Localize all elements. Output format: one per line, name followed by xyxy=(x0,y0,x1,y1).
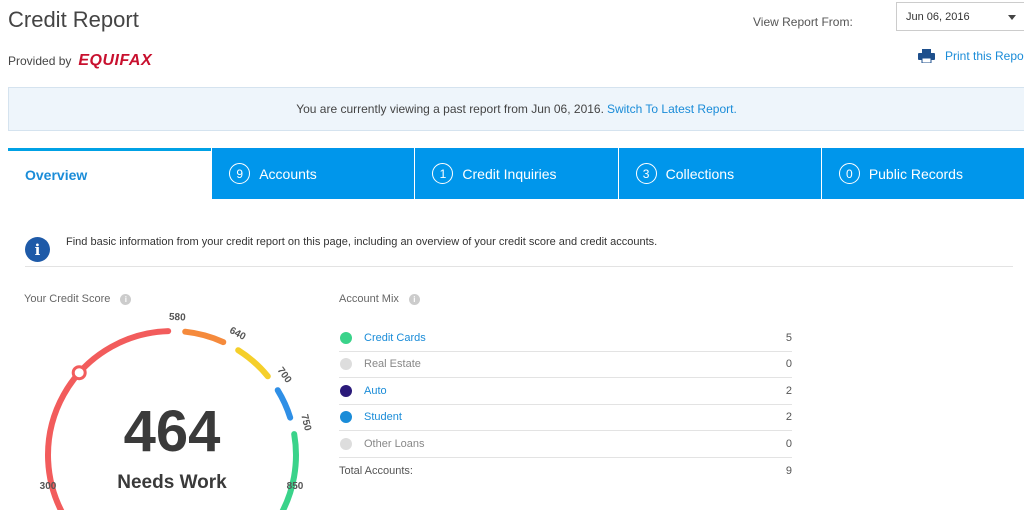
gauge-segment-fair xyxy=(182,328,227,346)
total-accounts-row: Total Accounts: 9 xyxy=(339,458,792,485)
legend-dot xyxy=(340,331,352,344)
report-tabs: Overview 9 Accounts 1 Credit Inquiries 3… xyxy=(8,148,1024,199)
report-date-select[interactable]: Jun 06, 2016 xyxy=(896,2,1024,31)
tick-label-700: 700 xyxy=(275,365,294,385)
gauge-segment-very-good xyxy=(274,387,294,421)
info-row: i Find basic information from your credi… xyxy=(25,224,1013,267)
tick-label-580: 580 xyxy=(169,312,187,324)
gauge-segment-excellent xyxy=(279,431,299,510)
account-count: 0 xyxy=(785,437,792,450)
score-marker xyxy=(71,365,87,381)
page-title: Credit Report xyxy=(8,7,139,32)
tab-credit-inquiries[interactable]: 1 Credit Inquiries xyxy=(414,148,618,199)
print-report-link[interactable]: Print this Report xyxy=(918,49,1024,63)
past-report-banner: You are currently viewing a past report … xyxy=(8,87,1024,131)
tick-label-750: 750 xyxy=(298,413,313,432)
list-item: Real Estate 0 xyxy=(339,352,792,378)
print-report-label: Print this Report xyxy=(945,49,1024,63)
account-count: 2 xyxy=(785,411,792,424)
credit-score-rating: Needs Work xyxy=(117,472,227,493)
tab-collections[interactable]: 3 Collections xyxy=(617,148,821,199)
account-mix-list: Credit Cards 5 Real Estate 0 Auto 2 Stud… xyxy=(339,325,792,484)
tab-public-records[interactable]: 0 Public Records xyxy=(820,148,1024,199)
account-count: 2 xyxy=(785,384,792,397)
account-type-other-loans: Other Loans xyxy=(364,437,425,450)
tab-accounts[interactable]: 9 Accounts xyxy=(211,148,415,199)
credit-score-heading: Your Credit Score i xyxy=(24,293,132,305)
account-count: 0 xyxy=(785,358,792,371)
tab-accounts-label: Accounts xyxy=(259,165,317,182)
tab-public-records-count: 0 xyxy=(838,163,860,184)
tab-public-records-label: Public Records xyxy=(868,165,963,182)
provided-by-label: Provided by xyxy=(8,54,72,68)
tab-accounts-count: 9 xyxy=(229,163,251,184)
gauge-min-label: 300 xyxy=(40,481,57,492)
provider-line: Provided by EQUIFAX xyxy=(8,52,152,70)
tab-overview[interactable]: Overview xyxy=(8,148,212,199)
legend-dot xyxy=(340,411,352,424)
list-item: Student 2 xyxy=(339,405,792,431)
account-mix-heading: Account Mix i xyxy=(339,293,420,305)
account-type-student[interactable]: Student xyxy=(364,411,402,423)
tick-label-640: 640 xyxy=(227,325,247,343)
info-text: Find basic information from your credit … xyxy=(66,236,658,248)
tab-overview-label: Overview xyxy=(25,167,88,183)
switch-latest-report-link[interactable]: Switch To Latest Report. xyxy=(607,102,737,116)
help-icon[interactable]: i xyxy=(408,293,420,305)
report-date-value: Jun 06, 2016 xyxy=(906,10,970,23)
account-type-auto[interactable]: Auto xyxy=(364,385,387,397)
chevron-down-icon xyxy=(1008,15,1016,20)
tab-credit-inquiries-count: 1 xyxy=(432,163,454,184)
view-report-from-label: View Report From: xyxy=(753,15,853,29)
gauge-segment-good xyxy=(235,347,271,380)
equifax-logo: EQUIFAX xyxy=(78,52,153,69)
account-type-credit-cards[interactable]: Credit Cards xyxy=(364,332,426,344)
tab-credit-inquiries-label: Credit Inquiries xyxy=(462,165,557,182)
legend-dot xyxy=(340,384,352,397)
help-icon[interactable]: i xyxy=(120,293,132,305)
account-type-real-estate: Real Estate xyxy=(364,358,421,371)
account-count: 5 xyxy=(785,331,792,344)
tab-collections-count: 3 xyxy=(635,163,657,184)
legend-dot xyxy=(340,437,352,450)
info-icon: i xyxy=(25,237,50,262)
account-mix-label: Account Mix xyxy=(339,293,399,305)
legend-dot xyxy=(340,358,352,371)
total-accounts-count: 9 xyxy=(785,464,792,477)
credit-score-value: 464 xyxy=(124,399,221,464)
total-accounts-label: Total Accounts: xyxy=(339,464,413,477)
list-item: Credit Cards 5 xyxy=(339,325,792,352)
printer-icon xyxy=(918,49,935,63)
tab-collections-label: Collections xyxy=(665,165,735,182)
list-item: Other Loans 0 xyxy=(339,431,792,458)
banner-text: You are currently viewing a past report … xyxy=(296,102,604,116)
credit-score-label: Your Credit Score xyxy=(24,293,111,305)
gauge-max-label: 850 xyxy=(287,481,304,492)
list-item: Auto 2 xyxy=(339,378,792,405)
credit-score-gauge: 580 640 700 750 300 850 464 Needs Work xyxy=(40,312,313,510)
